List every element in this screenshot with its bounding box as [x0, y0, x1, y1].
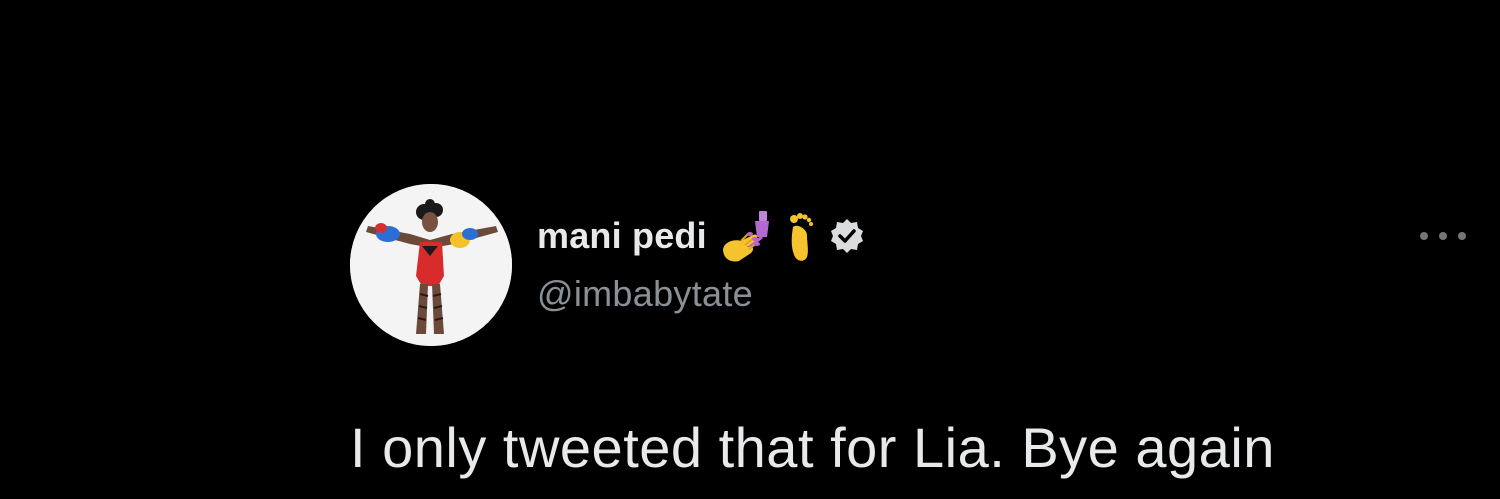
tweet-text: I only tweeted that for Lia. Bye again — [350, 416, 1275, 479]
more-options-icon[interactable] — [1420, 226, 1466, 246]
display-name[interactable]: mani pedi — [537, 218, 707, 254]
avatar-image — [350, 184, 512, 346]
more-dot — [1458, 232, 1466, 240]
more-dot — [1439, 232, 1447, 240]
tweet: mani pedi @imbabytate I only tweeted tha… — [0, 0, 1500, 499]
foot-icon — [785, 209, 815, 263]
verified-badge-icon[interactable] — [829, 218, 865, 254]
nail-polish-icon — [719, 209, 773, 263]
avatar[interactable] — [350, 184, 512, 346]
author-handle[interactable]: @imbabytate — [537, 276, 753, 312]
more-dot — [1420, 232, 1428, 240]
author-name-row[interactable]: mani pedi — [537, 206, 865, 266]
